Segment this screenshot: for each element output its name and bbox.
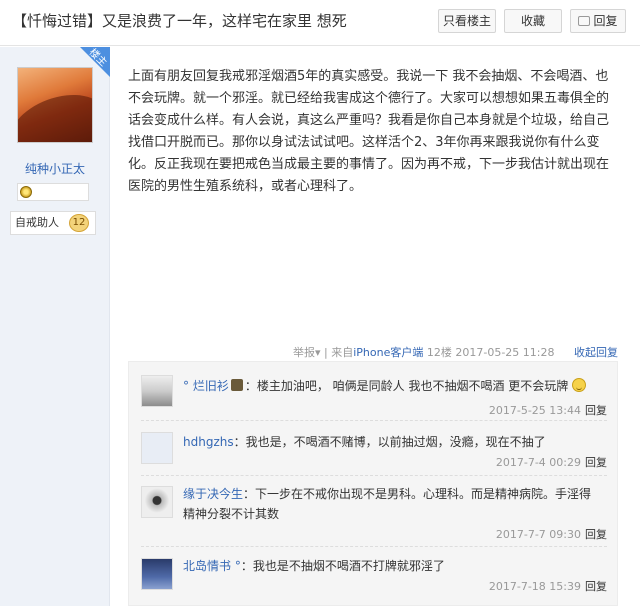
author-avatar[interactable]: [17, 67, 93, 143]
reply-time: 2017-7-4 00:29: [495, 456, 581, 469]
floor-number: 12楼: [426, 346, 452, 359]
author-level-box: [17, 183, 89, 201]
reply-item: 缘于决今生：下一步在不戒你出现不是男科。心理科。而是精神病院。手淫得精神分裂不计…: [129, 482, 619, 544]
reply-text: ：我也是，不喝酒不赌博，以前抽过烟，没瘾，现在不抽了: [233, 435, 546, 449]
only-author-button[interactable]: 只看楼主: [438, 9, 496, 33]
reply-item: 北岛情书 °：我也是不抽烟不喝酒不打牌就邪淫了 2017-7-18 15:39 回…: [129, 552, 619, 602]
reply-list: ° 烂旧衫 ：楼主加油吧， 咱俩是同龄人 我也不抽烟不喝酒 更不会玩牌 2017-…: [128, 361, 618, 606]
reply-avatar[interactable]: [141, 486, 173, 518]
reply-divider: [141, 546, 607, 547]
reply-avatar[interactable]: [141, 375, 173, 407]
reply-time: 2017-7-18 15:39: [488, 580, 581, 593]
smile-emoji-icon: [572, 378, 587, 392]
post-header: 【忏悔过错】又是浪费了一年，这样宅在家里 想死 只看楼主 收藏 回复: [0, 0, 640, 46]
source-prefix: 来自: [331, 346, 354, 359]
author-username[interactable]: 纯种小正太: [0, 160, 110, 177]
reply-action[interactable]: 回复: [585, 580, 607, 593]
reply-username[interactable]: 缘于决今生: [183, 487, 243, 501]
reply-text: ：我也是不抽烟不喝酒不打牌就邪淫了: [240, 559, 445, 573]
reply-text: ：下一步在不戒你出现不是男科。心理科。而是精神病院。手淫得精神分裂不计其数: [183, 487, 592, 521]
reply-time: 2017-5-25 13:44: [488, 404, 581, 417]
reply-avatar[interactable]: [141, 432, 173, 464]
author-corner-label: 楼主: [86, 46, 109, 69]
reply-action[interactable]: 回复: [585, 404, 607, 417]
reply-item: ° 烂旧衫 ：楼主加油吧， 咱俩是同龄人 我也不抽烟不喝酒 更不会玩牌 2017-…: [129, 370, 619, 426]
reply-text: ：楼主加油吧， 咱俩是同龄人 我也不抽烟不喝酒 更不会玩牌: [244, 379, 569, 393]
reply-button-label: 回复: [593, 14, 618, 28]
reply-divider: [141, 420, 607, 421]
post-time: 2017-05-25 11:28: [455, 346, 555, 359]
reply-action[interactable]: 回复: [585, 528, 607, 541]
reply-icon: [578, 16, 591, 26]
favorite-button[interactable]: 收藏: [504, 9, 562, 33]
reply-time: 2017-7-7 09:30: [495, 528, 581, 541]
level-gem-icon: [20, 186, 32, 198]
collapse-replies-link[interactable]: 收起回复: [574, 346, 618, 359]
badge-count: 12: [69, 214, 89, 232]
reply-avatar[interactable]: [141, 558, 173, 590]
author-badge: 自戒助人 12: [10, 211, 96, 235]
author-badge-label: 自戒助人: [15, 216, 59, 229]
author-sidebar: 楼主 纯种小正太 自戒助人 12: [0, 47, 110, 606]
reply-username[interactable]: 北岛情书 °: [183, 559, 241, 573]
user-tag-icon: [230, 379, 243, 391]
reply-username[interactable]: hdhgzhs: [183, 435, 234, 449]
post-meta: 举报▾ | 来自iPhone客户端 12楼 2017-05-25 11:28 收…: [128, 344, 618, 360]
report-link[interactable]: 举报▾: [293, 346, 321, 359]
reply-username[interactable]: ° 烂旧衫: [183, 379, 229, 393]
post-title: 【忏悔过错】又是浪费了一年，这样宅在家里 想死: [12, 12, 347, 30]
post-body: 上面有朋友回复我戒邪淫烟酒5年的真实感受。我说一下 我不会抽烟、不会喝酒、也不会…: [128, 69, 610, 194]
meta-divider: |: [324, 346, 328, 359]
source-link[interactable]: iPhone客户端: [353, 346, 423, 359]
reply-button[interactable]: 回复: [570, 9, 626, 33]
reply-divider: [141, 475, 607, 476]
reply-action[interactable]: 回复: [585, 456, 607, 469]
reply-item: hdhgzhs：我也是，不喝酒不赌博，以前抽过烟，没瘾，现在不抽了 2017-7…: [129, 428, 619, 476]
